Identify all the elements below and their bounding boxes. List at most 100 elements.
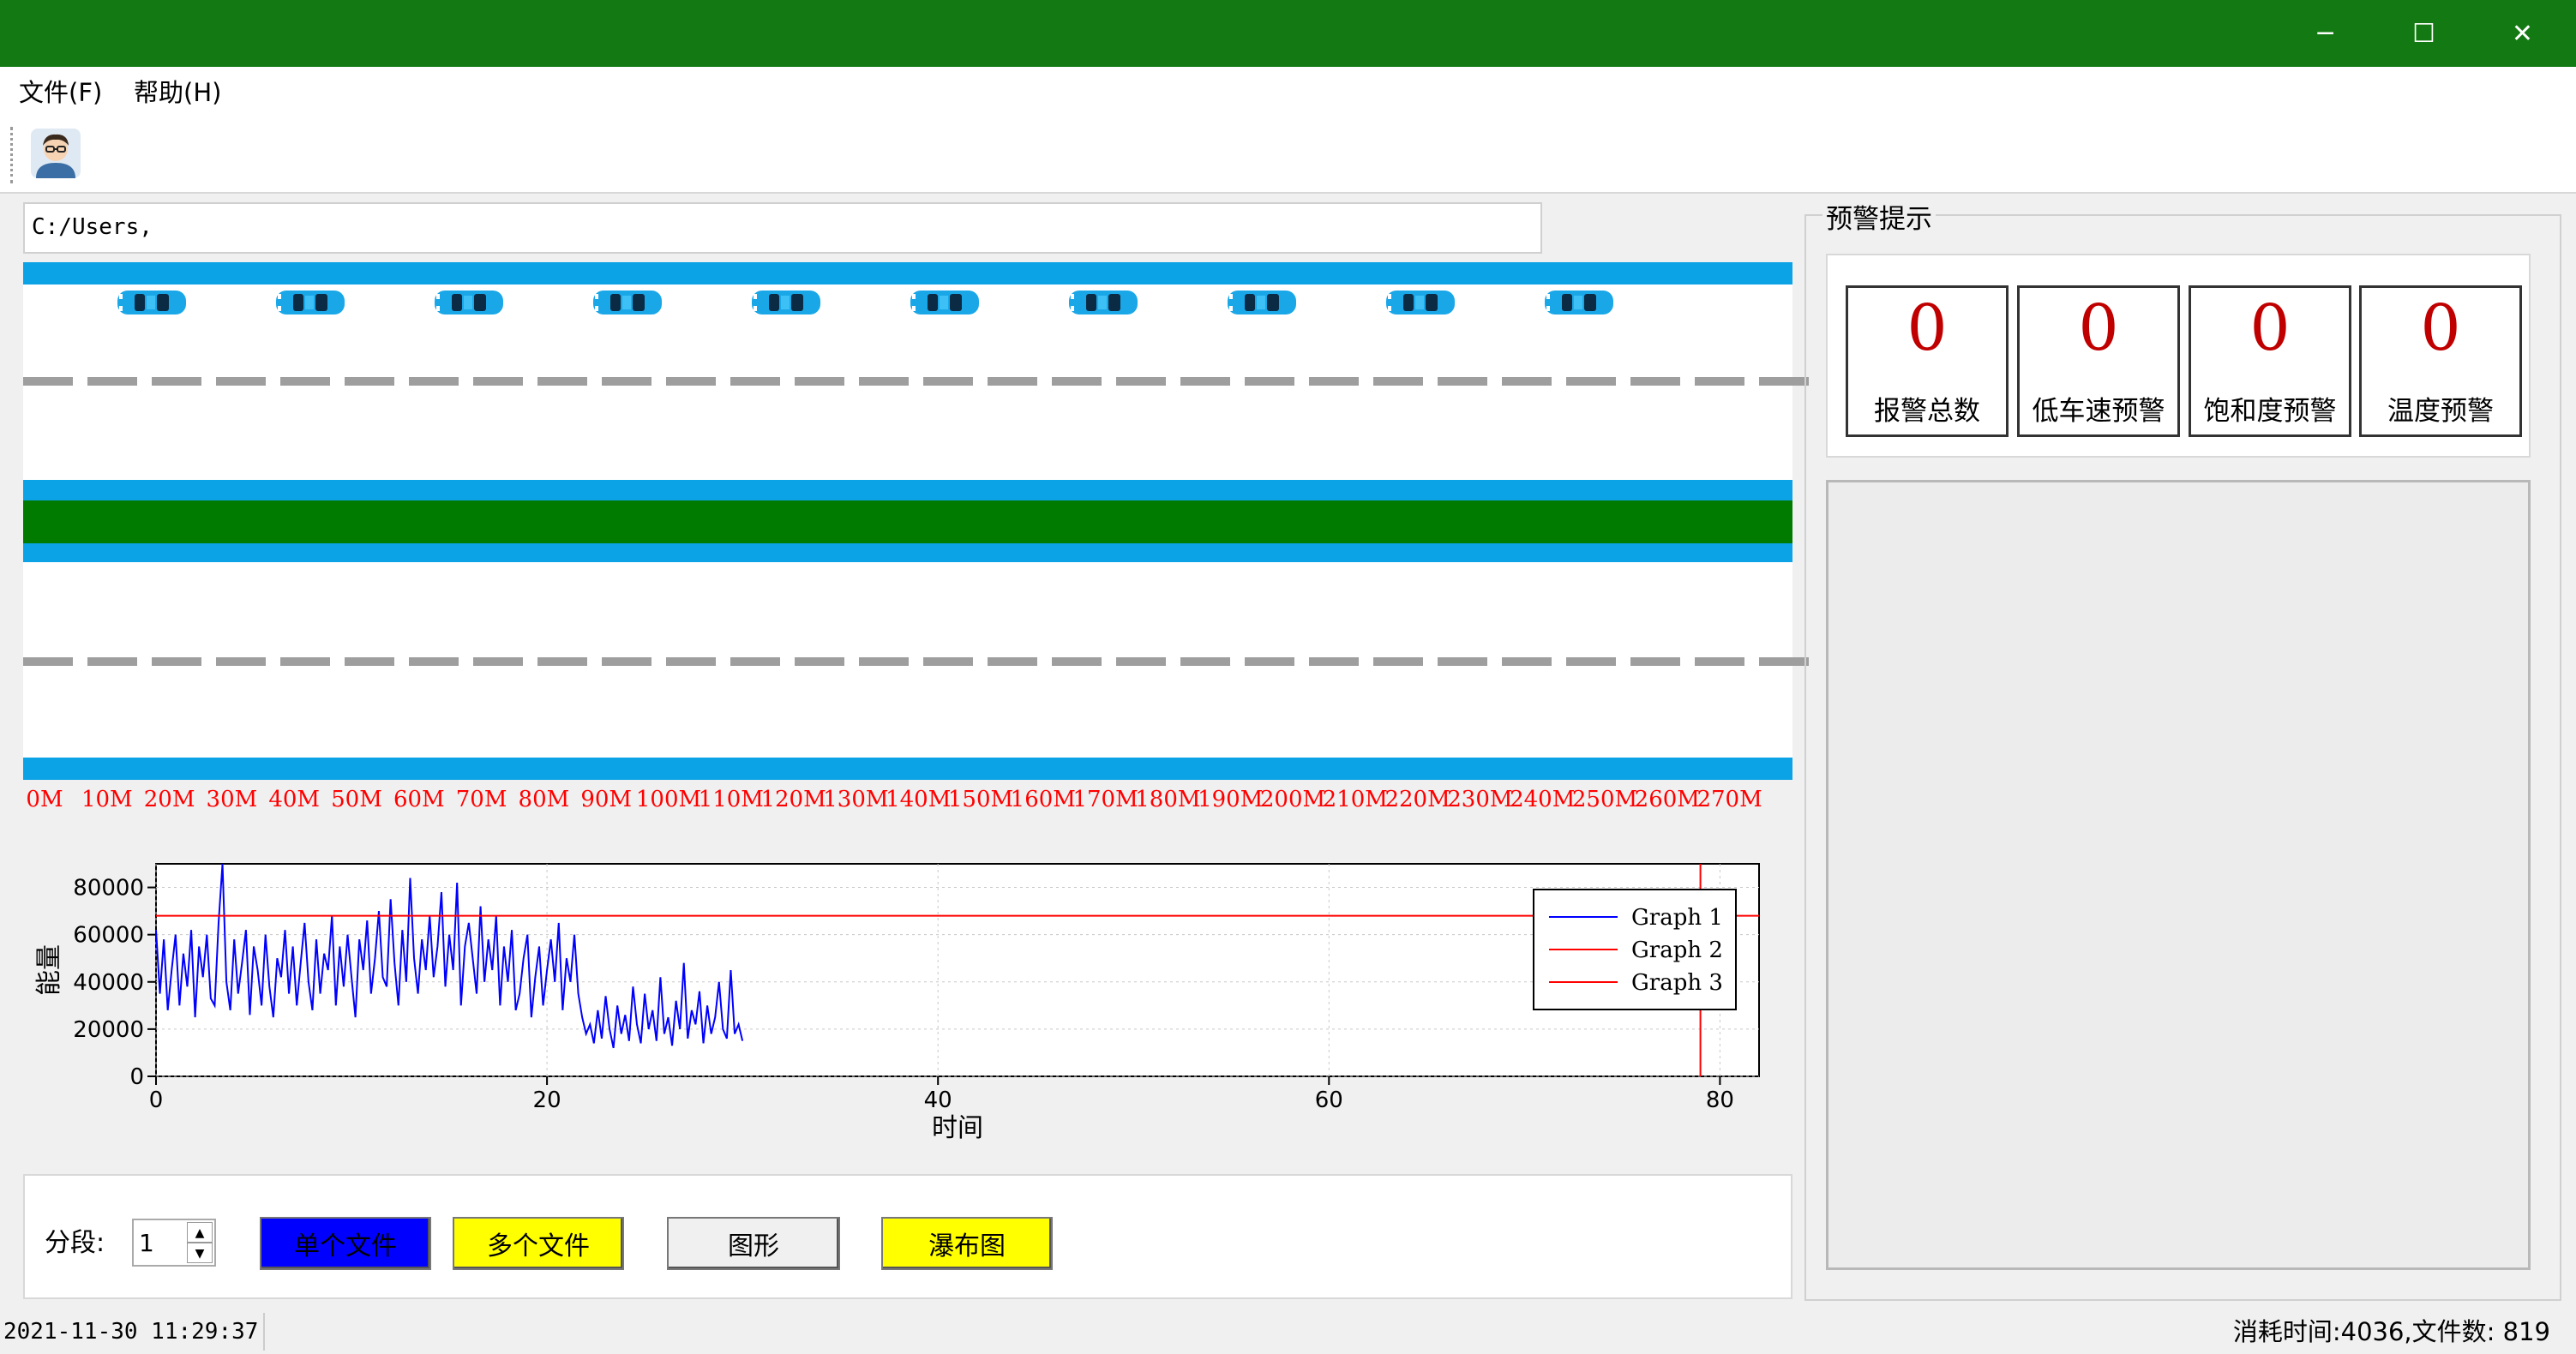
warning-card-saturation: 0 饱和度预警 [2189, 285, 2351, 437]
lane-dash [345, 377, 394, 386]
energy-chart: 0 20 40 60 80020000400006000080000 Graph 1Gr… [34, 863, 1760, 1143]
path-input[interactable]: C:/Users, [23, 202, 1542, 254]
multi-file-button[interactable]: 多个文件 [453, 1217, 624, 1270]
lane-dash [23, 377, 73, 386]
lane-dash [1566, 657, 1616, 666]
lane-border-mid-top [23, 480, 1792, 500]
warning-group-title: 预警提示 [1822, 197, 1936, 236]
y-axis-label: 能量 [34, 944, 64, 996]
car-icon [433, 288, 505, 321]
lane-dash [1116, 377, 1166, 386]
close-button[interactable]: ✕ [2473, 0, 2572, 67]
lane-dash [280, 377, 330, 386]
waterfall-button[interactable]: 瀑布图 [881, 1217, 1053, 1270]
lane-dash [473, 657, 523, 666]
car-icon [1543, 288, 1615, 321]
lane-dash [1116, 657, 1166, 666]
toolbar [0, 117, 2576, 194]
x-tick-label: 80 [1706, 1087, 1734, 1113]
lane-dash [988, 657, 1037, 666]
distance-label: 200M [1259, 787, 1326, 812]
lane-dash [923, 377, 973, 386]
distance-label: 250M [1571, 787, 1638, 812]
lane-dash [1245, 657, 1294, 666]
lane-dash [1502, 377, 1552, 386]
single-file-button[interactable]: 单个文件 [260, 1217, 431, 1270]
distance-label: 240M [1510, 787, 1576, 812]
minimize-button[interactable]: ─ [2276, 0, 2375, 67]
distance-label: 60M [393, 787, 445, 812]
lane-dash [87, 377, 137, 386]
car-icon [116, 288, 188, 321]
distance-label: 190M [1198, 787, 1264, 812]
lane-dash [1309, 657, 1359, 666]
toolbar-grip [10, 127, 15, 183]
warning-card-low-speed: 0 低车速预警 [2017, 285, 2180, 437]
user-avatar-icon[interactable] [29, 127, 82, 180]
maximize-button[interactable]: ☐ [2375, 0, 2473, 67]
y-tick-label: 20000 [73, 1017, 144, 1043]
distance-label: 10M [81, 787, 133, 812]
distance-label: 80M [518, 787, 570, 812]
warning-card-value: 0 [2249, 291, 2291, 365]
status-summary: 消耗时间:4036,文件数: 819 [2232, 1317, 2550, 1346]
segment-stepper[interactable]: 1 ▲ ▼ [132, 1219, 216, 1267]
distance-label: 90M [580, 787, 633, 812]
warning-card-value: 0 [2420, 291, 2461, 365]
lane-dash [409, 657, 459, 666]
lane-divider-bottom [23, 657, 1809, 666]
lane-dash [1438, 377, 1487, 386]
distance-label: 30M [206, 787, 258, 812]
menu-file[interactable]: 文件(F) [10, 74, 111, 111]
lane-dash [730, 377, 780, 386]
lane-dash [1759, 657, 1809, 666]
car-icon [909, 288, 981, 321]
lane-dash [602, 657, 652, 666]
lane-border-top [23, 262, 1792, 285]
lane-dash [1566, 377, 1616, 386]
lane-dash [1245, 377, 1294, 386]
car-icon [274, 288, 346, 321]
distance-label: 260M [1634, 787, 1700, 812]
warning-card-label: 饱和度预警 [2203, 396, 2337, 427]
lane-dash [666, 657, 716, 666]
distance-label: 270M [1696, 787, 1762, 812]
lane-dash [602, 377, 652, 386]
lane-dash [409, 377, 459, 386]
stepper-down-icon[interactable]: ▼ [187, 1243, 213, 1263]
status-datetime: 2021-11-30 11:29:37 [3, 1313, 266, 1351]
lane-dash [666, 377, 716, 386]
lane-dash [280, 657, 330, 666]
lane-dash [1373, 657, 1423, 666]
car-icon [1226, 288, 1298, 321]
warning-list[interactable] [1826, 480, 2531, 1270]
distance-label: 230M [1447, 787, 1513, 812]
road-view [23, 262, 1809, 780]
lane-dash [152, 377, 201, 386]
lane-dash [23, 657, 73, 666]
lane-dash [1630, 657, 1680, 666]
x-tick-label: 20 [533, 1087, 561, 1113]
distance-label: 170M [1072, 787, 1138, 812]
lane-dash [859, 377, 909, 386]
lane-dash [795, 377, 844, 386]
lane-dash [1759, 377, 1809, 386]
y-tick-label: 0 [129, 1064, 144, 1090]
warning-card-temperature: 0 温度预警 [2359, 285, 2522, 437]
distance-label: 110M [698, 787, 764, 812]
warning-card-label: 低车速预警 [2032, 396, 2165, 427]
legend-label: Graph 1 [1631, 905, 1723, 931]
lane-dash [216, 377, 266, 386]
lane-dash [1180, 657, 1230, 666]
car-icon [1384, 288, 1456, 321]
distance-label: 20M [143, 787, 195, 812]
distance-label: 210M [1322, 787, 1388, 812]
stepper-up-icon[interactable]: ▲ [187, 1222, 213, 1243]
car-icon [750, 288, 822, 321]
distance-label: 100M [635, 787, 702, 812]
graph-button[interactable]: 图形 [667, 1217, 840, 1270]
lane-dash [152, 657, 201, 666]
lane-dash [1373, 377, 1423, 386]
segment-value: 1 [139, 1229, 154, 1257]
menu-help[interactable]: 帮助(H) [125, 74, 230, 111]
